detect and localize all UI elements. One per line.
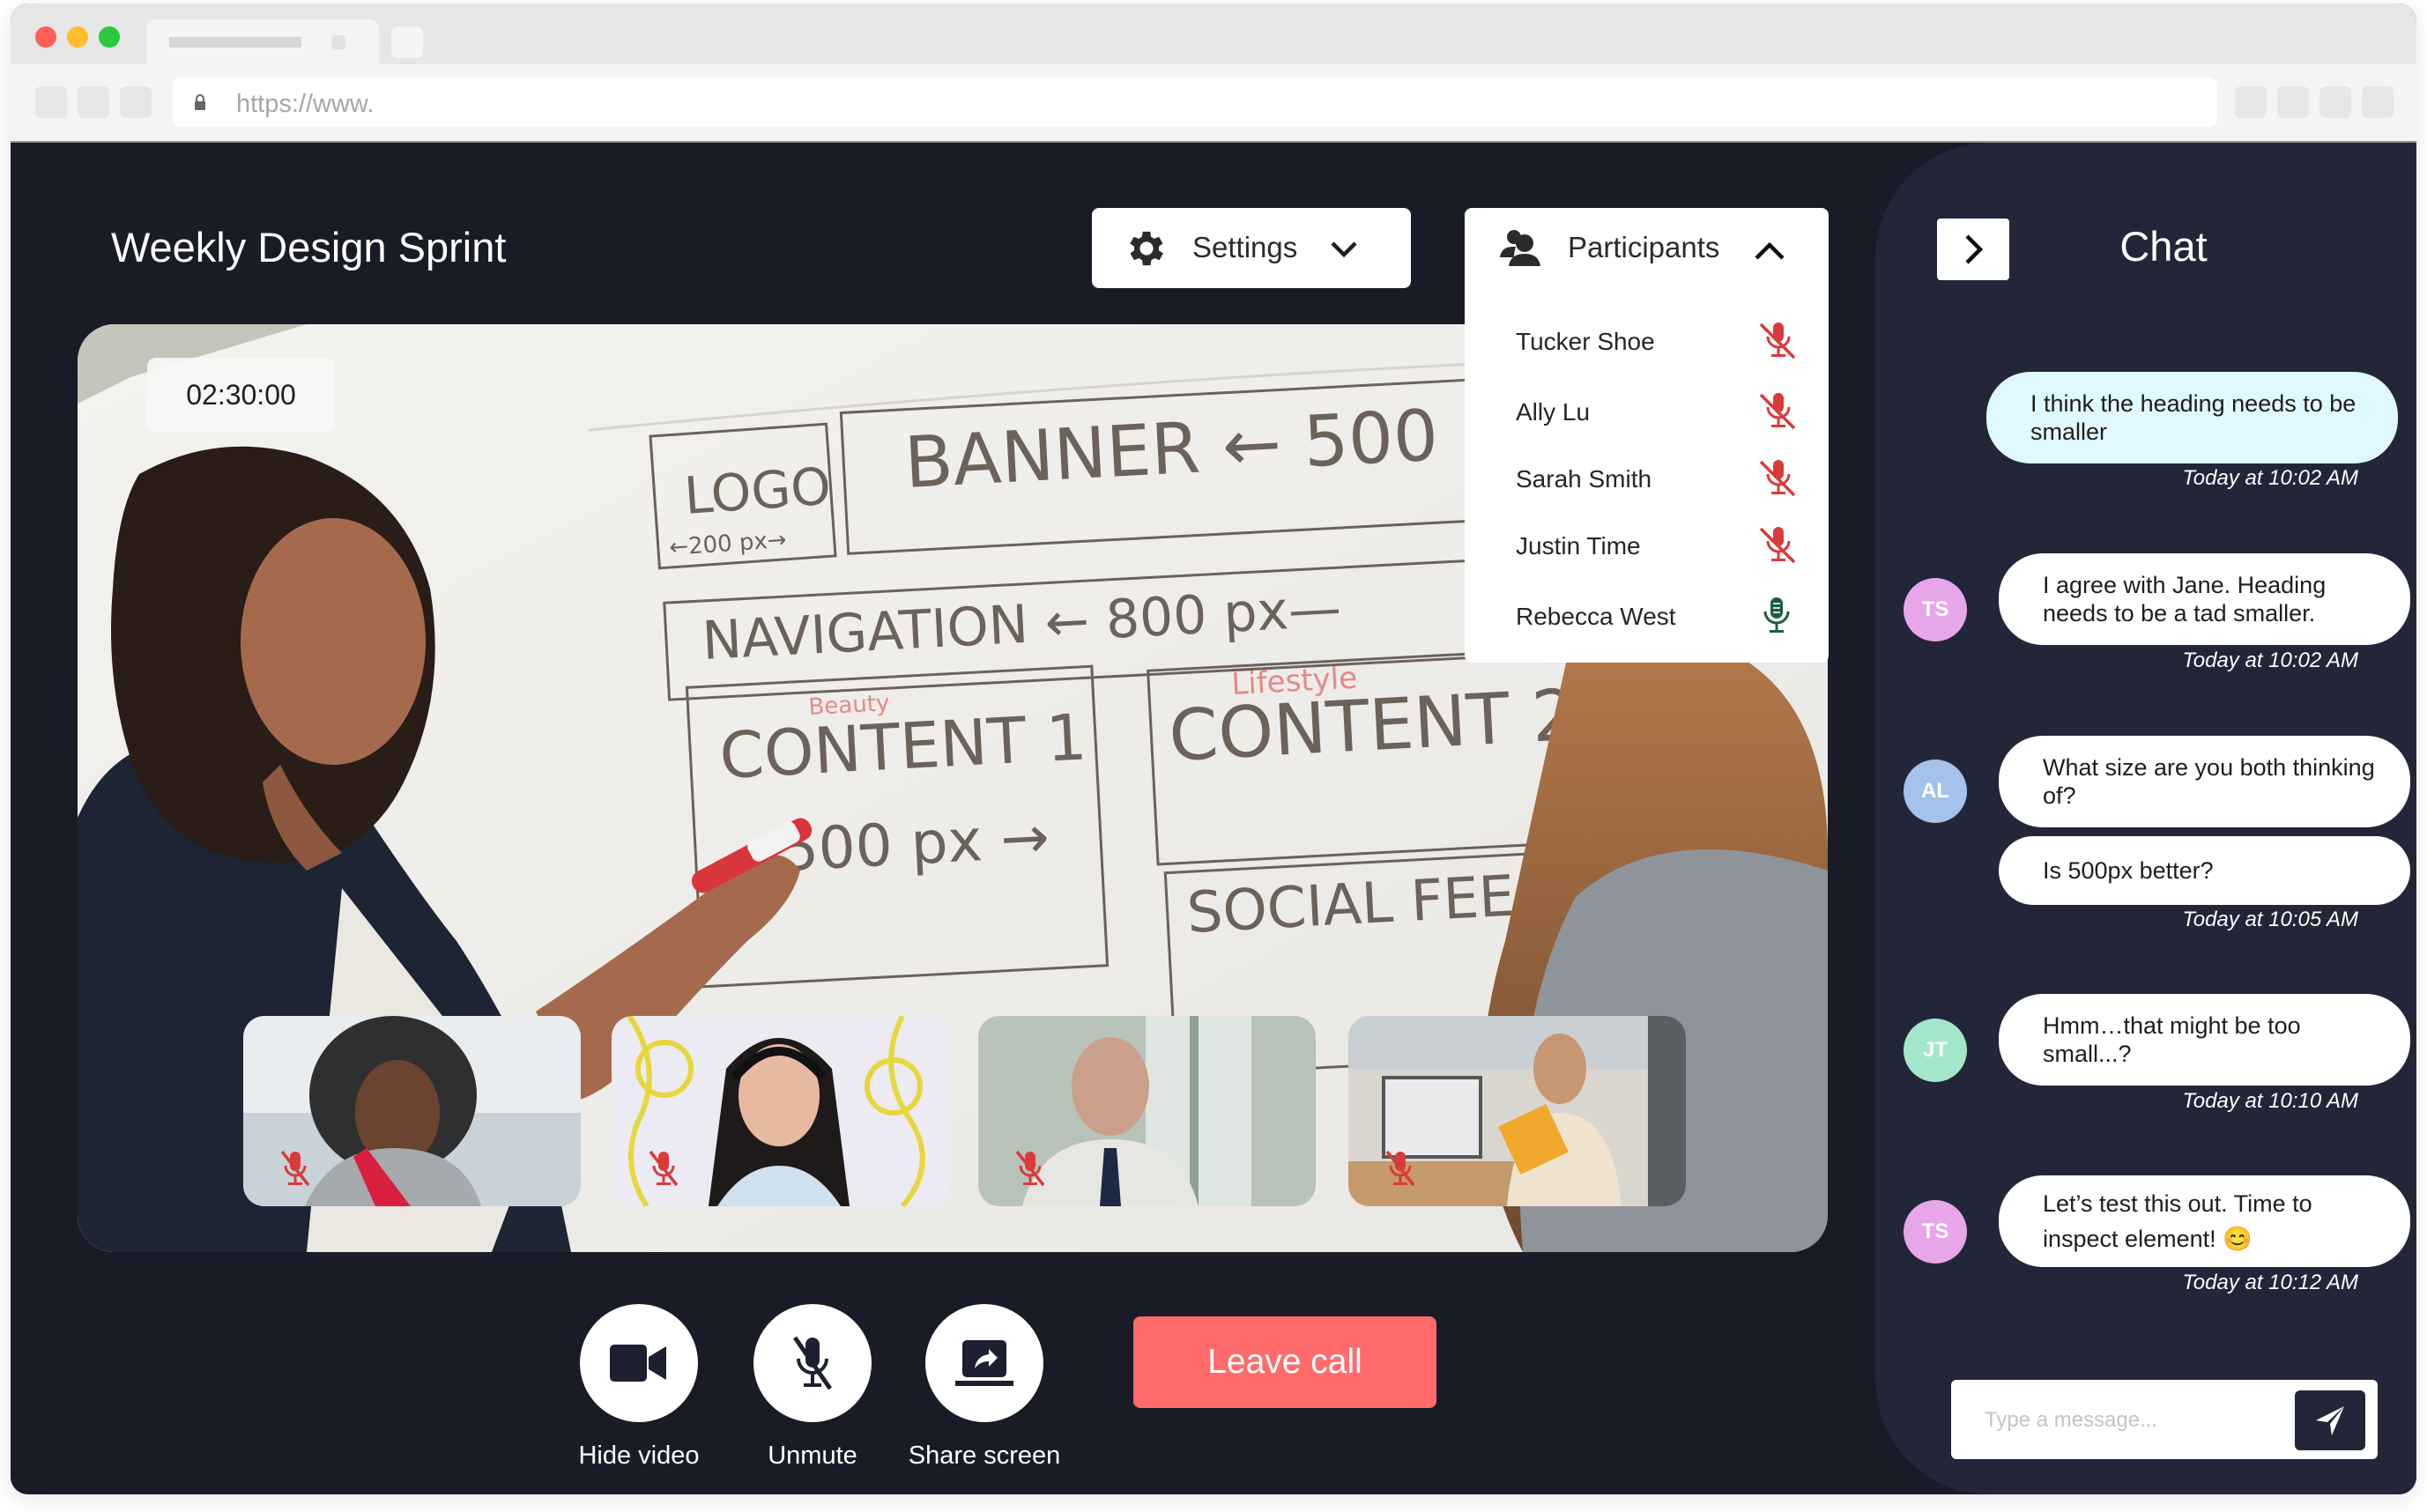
message-timestamp: Today at 10:10 AM [2182,1089,2358,1113]
settings-label: Settings [1192,231,1298,263]
mic-muted-icon [649,1150,679,1187]
tab-bar [11,4,2416,66]
close-window-button[interactable] [35,26,56,48]
url-text: https://www. [236,90,375,118]
toolbar-button-1[interactable] [2235,86,2267,118]
hide-video-control: Hide video [578,1304,700,1470]
message-composer [1951,1380,2378,1459]
avatar: AL [1904,760,1967,823]
browser-tab[interactable] [146,19,379,66]
mic-muted-icon[interactable] [1755,391,1798,430]
message-text: I agree with Jane. Heading needs to be a… [2043,572,2327,626]
chevron-up-icon [1755,241,1785,260]
participant-thumbnail[interactable] [243,1016,581,1206]
mic-muted-icon [1385,1150,1415,1187]
minimize-window-button[interactable] [67,26,88,48]
participant-thumbnail[interactable] [978,1016,1316,1206]
send-button[interactable] [2295,1390,2365,1450]
zoom-window-button[interactable] [99,26,120,48]
users-icon [1500,230,1540,266]
avatar: JT [1904,1019,1967,1082]
avatar: TS [1904,1200,1967,1264]
message-text: Let’s test this out. Time to inspect ele… [2043,1190,2312,1252]
reload-button[interactable] [120,86,152,118]
participant-name: Ally Lu [1516,398,1591,426]
send-icon [2316,1406,2344,1435]
message-text: What size are you both thinking of? [2043,754,2375,809]
tab-title-placeholder [169,37,301,48]
browser-window: https://www. Weekly Design Sprint Settin… [11,4,2416,1494]
gear-icon [1130,231,1163,266]
leave-call-button[interactable]: Leave call [1133,1316,1436,1408]
avatar: TS [1904,578,1967,641]
whiteboard-text: Lifestyle [1230,661,1358,702]
settings-dropdown-button[interactable]: Settings [1092,208,1411,288]
chat-title: Chat [2119,223,2208,270]
participants-dropdown-button[interactable]: Participants [1465,208,1829,288]
participant-name: Tucker Shoe [1516,328,1655,355]
share-screen-control: Share screen [909,1304,1060,1470]
share-screen-label: Share screen [908,1442,1061,1470]
participant-row[interactable]: Tucker Shoe [1465,315,1829,368]
chat-message: I agree with Jane. Heading needs to be a… [1999,553,2410,645]
video-camera-icon [610,1345,666,1382]
message-text: Is 500px better? [2043,857,2214,884]
address-bar[interactable]: https://www. [173,78,2217,127]
participant-name: Justin Time [1516,532,1641,560]
message-text: Hmm…that might be too small...? [2043,1012,2301,1067]
mic-muted-icon[interactable] [1755,525,1798,564]
participant-row[interactable]: Ally Lu [1465,386,1829,439]
mic-muted-icon [280,1150,310,1187]
participant-thumbnail[interactable] [1348,1016,1686,1206]
toolbar-button-2[interactable] [2277,86,2309,118]
message-timestamp: Today at 10:02 AM [2182,649,2358,672]
chevron-down-icon [1331,241,1357,258]
lock-icon [195,94,205,110]
mic-active-icon[interactable] [1755,596,1798,634]
chat-message: Hmm…that might be too small...? [1999,994,2410,1086]
chat-panel: Chat I think the heading needs to be sma… [1875,143,2416,1494]
chat-message: I think the heading needs to be smaller [1986,372,2398,463]
whiteboard-text: 500 px → [780,803,1051,885]
hide-video-button[interactable] [580,1304,698,1422]
mic-muted-icon [792,1336,833,1390]
tab-close-button[interactable] [331,35,345,49]
message-timestamp: Today at 10:12 AM [2182,1271,2358,1294]
participant-row[interactable]: Justin Time [1465,520,1829,573]
unmute-control: Unmute [753,1304,872,1470]
share-screen-button[interactable] [925,1304,1043,1422]
participant-row[interactable]: Rebecca West [1465,590,1829,643]
whiteboard-text: Beauty [808,690,890,721]
participant-row[interactable]: Sarah Smith [1465,453,1829,506]
participant-name: Sarah Smith [1516,465,1652,493]
message-text: I think the heading needs to be smaller [2030,390,2356,445]
meeting-title: Weekly Design Sprint [111,224,507,271]
toolbar-button-3[interactable] [2319,86,2351,118]
participants-label: Participants [1568,231,1720,263]
call-timer: 02:30:00 [147,358,335,433]
forward-button[interactable] [78,86,109,118]
toolbar-button-4[interactable] [2362,86,2394,118]
mic-muted-icon [1015,1150,1045,1187]
participants-panel: Participants Tucker Shoe Ally Lu Sarah S… [1465,208,1829,663]
back-button[interactable] [35,86,67,118]
participant-thumbnail[interactable] [612,1016,949,1206]
participant-name: Rebecca West [1516,603,1676,630]
message-timestamp: Today at 10:05 AM [2182,908,2358,931]
message-input[interactable] [1983,1399,2304,1442]
browser-toolbar: https://www. [11,64,2416,143]
message-timestamp: Today at 10:02 AM [2182,466,2358,490]
unmute-button[interactable] [753,1304,872,1422]
chat-message: Let’s test this out. Time to inspect ele… [1999,1175,2410,1267]
mic-muted-icon[interactable] [1755,458,1798,497]
chat-message: Is 500px better? [1999,836,2410,905]
share-screen-icon [955,1340,1013,1386]
video-call-app: Weekly Design Sprint Settings LOGO ←200 … [11,143,2416,1494]
new-tab-button[interactable] [391,26,423,58]
chat-message: What size are you both thinking of? [1999,736,2410,827]
whiteboard-text: LOGO [682,456,833,526]
mic-muted-icon[interactable] [1755,321,1798,359]
